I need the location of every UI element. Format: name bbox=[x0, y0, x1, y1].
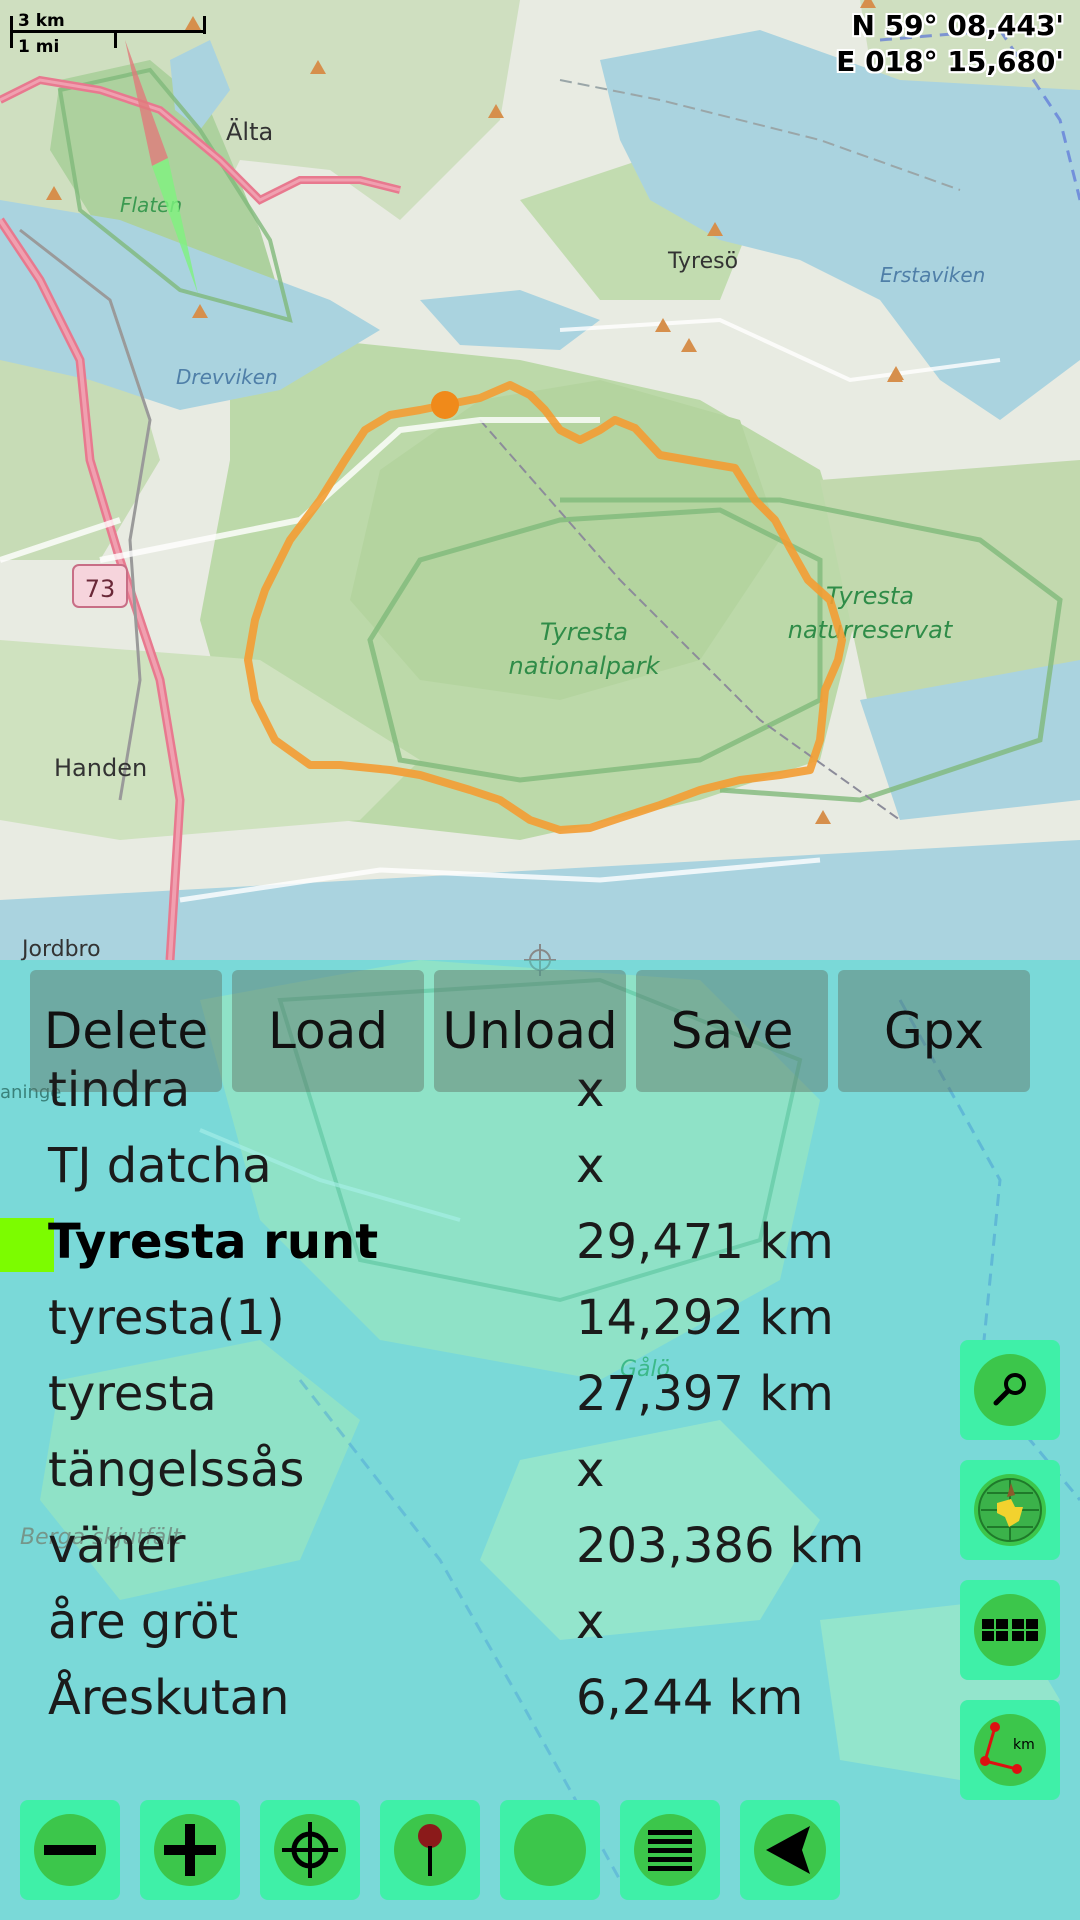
track-name: tängelssås bbox=[48, 1442, 305, 1498]
label-tyresta-np-2: nationalpark bbox=[509, 652, 661, 680]
track-distance: x bbox=[576, 1594, 605, 1650]
search-icon bbox=[974, 1354, 1046, 1426]
label-tyreso: Tyresö bbox=[667, 249, 738, 274]
zoom-in-icon bbox=[154, 1814, 226, 1886]
navigate-button[interactable] bbox=[740, 1800, 840, 1900]
track-distance: 6,244 km bbox=[576, 1670, 804, 1726]
track-distance: 14,292 km bbox=[576, 1290, 834, 1346]
measure-distance-button[interactable]: km bbox=[960, 1700, 1060, 1800]
track-name: väner bbox=[48, 1518, 186, 1574]
track-distance: x bbox=[576, 1138, 605, 1194]
track-name: Åreskutan bbox=[48, 1670, 290, 1726]
track-row[interactable]: tängelssås x bbox=[0, 1440, 960, 1516]
road-number: 73 bbox=[85, 575, 116, 603]
pin-button[interactable] bbox=[380, 1800, 480, 1900]
longitude: E 018° 15,680' bbox=[836, 45, 1064, 78]
label-tyresta-np-1: Tyresta bbox=[540, 618, 628, 646]
measure-distance-icon: km bbox=[974, 1714, 1046, 1786]
track-name: Tyresta runt bbox=[48, 1214, 379, 1270]
track-row[interactable]: tindra x bbox=[0, 1060, 960, 1136]
zoom-out-icon bbox=[34, 1814, 106, 1886]
label-handen: Handen bbox=[54, 754, 147, 782]
locate-icon bbox=[274, 1814, 346, 1886]
scale-mi-label: 1 mi bbox=[18, 37, 60, 57]
latitude: N 59° 08,443' bbox=[851, 9, 1064, 42]
track-row[interactable]: TJ datcha x bbox=[0, 1136, 960, 1212]
label-tyresta-nr-1: Tyresta bbox=[826, 582, 914, 610]
track-name: tyresta bbox=[48, 1366, 217, 1422]
map-tiles-button[interactable] bbox=[960, 1580, 1060, 1680]
label-jordbro: Jordbro bbox=[20, 937, 101, 962]
search-button[interactable] bbox=[960, 1340, 1060, 1440]
list-icon bbox=[634, 1814, 706, 1886]
label-erstaviken: Erstaviken bbox=[880, 263, 985, 287]
coordinates-readout: N 59° 08,443' E 018° 15,680' bbox=[836, 8, 1064, 80]
label-alta: Älta bbox=[226, 117, 273, 146]
zoom-in-button[interactable] bbox=[140, 1800, 240, 1900]
track-distance: 203,386 km bbox=[576, 1518, 865, 1574]
track-name: åre gröt bbox=[48, 1594, 239, 1650]
navigate-icon bbox=[754, 1814, 826, 1886]
scale-bar: 3 km 1 mi bbox=[10, 10, 206, 57]
label-drevviken: Drevviken bbox=[176, 365, 278, 389]
track-start-marker bbox=[431, 391, 459, 419]
track-row[interactable]: åre gröt x bbox=[0, 1592, 960, 1668]
track-row[interactable]: Åreskutan 6,244 km bbox=[0, 1668, 960, 1744]
record-button[interactable] bbox=[500, 1800, 600, 1900]
track-row[interactable]: väner 203,386 km bbox=[0, 1516, 960, 1592]
km-label: km bbox=[1013, 1737, 1035, 1753]
zoom-out-button[interactable] bbox=[20, 1800, 120, 1900]
track-row[interactable]: tyresta 27,397 km bbox=[0, 1364, 960, 1440]
track-name: tyresta(1) bbox=[48, 1290, 285, 1346]
track-distance: 29,471 km bbox=[576, 1214, 834, 1270]
record-icon bbox=[514, 1814, 586, 1886]
track-row[interactable]: tyresta(1) 14,292 km bbox=[0, 1288, 960, 1364]
list-button[interactable] bbox=[620, 1800, 720, 1900]
track-distance: x bbox=[576, 1062, 605, 1118]
globe-button[interactable] bbox=[960, 1460, 1060, 1560]
selected-track-marker bbox=[0, 1218, 54, 1272]
track-name: tindra bbox=[48, 1062, 191, 1118]
locate-button[interactable] bbox=[260, 1800, 360, 1900]
scale-km-label: 3 km bbox=[18, 11, 65, 31]
track-distance: 27,397 km bbox=[576, 1366, 834, 1422]
globe-icon bbox=[974, 1474, 1046, 1546]
track-name: TJ datcha bbox=[48, 1138, 272, 1194]
track-distance: x bbox=[576, 1442, 605, 1498]
pin-icon bbox=[394, 1814, 466, 1886]
map-tiles-icon bbox=[974, 1594, 1046, 1666]
label-tyresta-nr-2: naturreservat bbox=[788, 616, 954, 644]
track-row-selected[interactable]: Tyresta runt 29,471 km bbox=[0, 1212, 960, 1288]
